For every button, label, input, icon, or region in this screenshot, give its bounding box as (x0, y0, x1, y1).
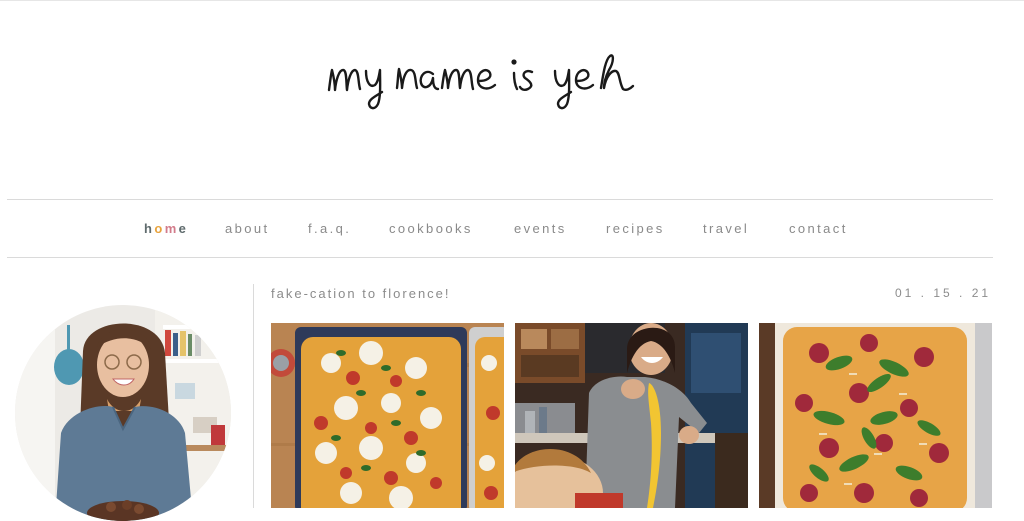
post-image-pizza-tray[interactable] (271, 323, 504, 508)
nav-item-contact[interactable]: contact (789, 221, 848, 236)
main-nav: home about f.a.q. cookbooks events recip… (0, 200, 1000, 257)
nav-item-travel[interactable]: travel (703, 221, 749, 236)
nav-home-letter: h (144, 221, 155, 236)
post-title[interactable]: fake-cation to florence! (271, 286, 451, 301)
post-image-kitchen[interactable] (515, 323, 748, 508)
site-logo[interactable] (320, 52, 650, 118)
nav-home-letter: m (164, 221, 179, 236)
sidebar-divider (253, 284, 254, 508)
nav-bottom-divider (7, 257, 993, 258)
top-border (0, 0, 1024, 1)
nav-item-recipes[interactable]: recipes (606, 221, 665, 236)
nav-item-home[interactable]: home (144, 221, 188, 236)
nav-home-letter: o (154, 221, 165, 236)
nav-item-faq[interactable]: f.a.q. (308, 221, 351, 236)
author-avatar[interactable] (15, 305, 231, 521)
nav-item-events[interactable]: events (514, 221, 567, 236)
nav-item-about[interactable]: about (225, 221, 270, 236)
logo-script-artwork (327, 54, 635, 110)
post-image-arugula-pizza[interactable] (759, 323, 992, 508)
nav-item-cookbooks[interactable]: cookbooks (389, 221, 473, 236)
nav-home-letter: e (178, 221, 189, 236)
post-date: 01 . 15 . 21 (895, 286, 992, 300)
